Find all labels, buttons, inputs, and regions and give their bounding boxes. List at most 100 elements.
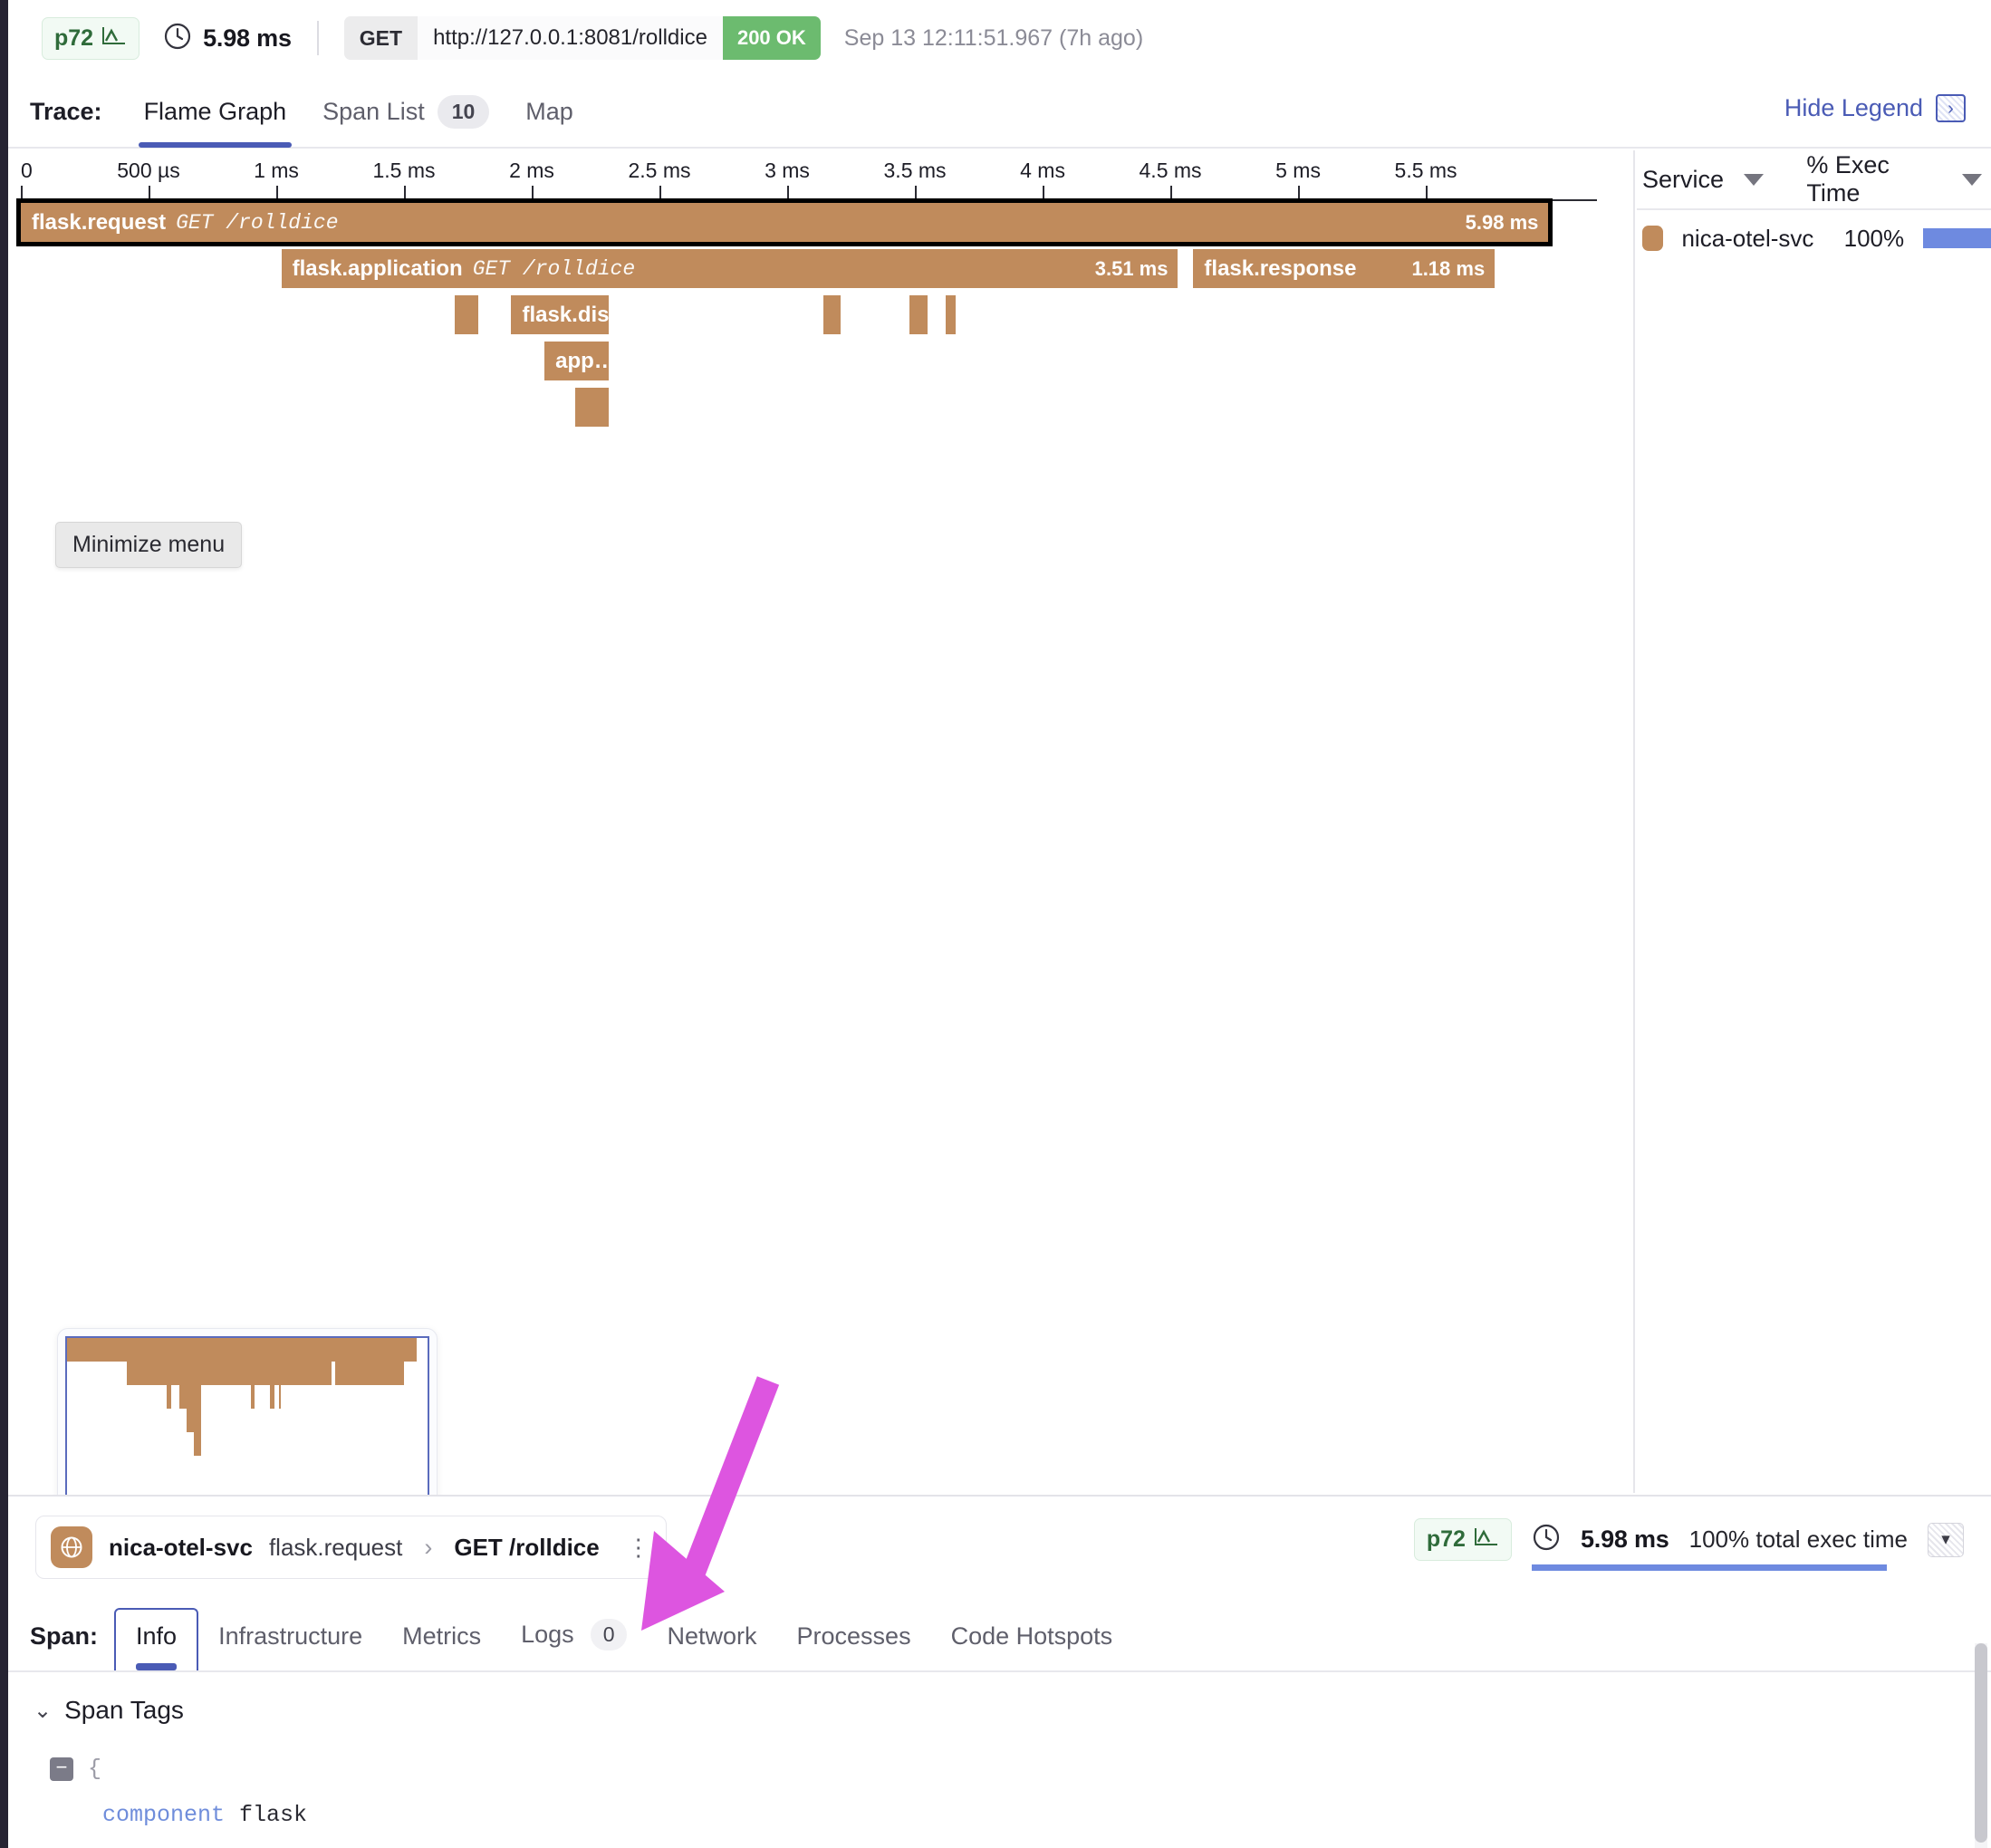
ruler-tick (915, 186, 918, 199)
flame-bar[interactable] (574, 388, 609, 427)
tab-map[interactable]: Map (507, 75, 592, 148)
legend-col-exec-label: % Exec Time (1806, 151, 1890, 207)
collapse-node-icon[interactable]: − (50, 1757, 73, 1781)
ruler-tick (21, 186, 23, 199)
minimap-bar (166, 1385, 172, 1409)
ruler-tick (1298, 186, 1301, 199)
trace-header: p72 5.98 ms GET http://127.0.0.1:8081/ro… (8, 0, 1991, 76)
minimap-bar (67, 1338, 417, 1362)
ruler-tick-label: 3.5 ms (883, 159, 947, 182)
percentile-badge[interactable]: p72 (42, 16, 140, 60)
span-tags-section-toggle[interactable]: ⌄ Span Tags (8, 1672, 1991, 1725)
breadcrumb-resource: GET /rolldice (454, 1533, 600, 1561)
flame-bar-name: flask.response (1204, 255, 1357, 281)
legend-col-exec[interactable]: % Exec Time (1806, 151, 1982, 207)
minimap-canvas[interactable] (65, 1336, 429, 1517)
clock-icon (1532, 1523, 1561, 1556)
breadcrumb-service: nica-otel-svc (109, 1533, 253, 1561)
flame-bar[interactable]: flask.request GET /rolldice 5.98 ms (15, 198, 1553, 246)
ruler-tick (276, 186, 278, 199)
sparkline-icon (1474, 1526, 1499, 1554)
span-tab-logs[interactable]: Logs 0 (501, 1619, 647, 1670)
hide-legend-button[interactable]: Hide Legend › (1784, 94, 1966, 122)
span-tab-info[interactable]: Info (114, 1608, 199, 1670)
minimap-bar (193, 1432, 202, 1456)
span-tab-code-hotspots-label: Code Hotspots (950, 1622, 1113, 1650)
flame-bar-name: flask.dis… (522, 302, 609, 327)
minimap-bar (187, 1409, 202, 1432)
ruler-tick-label: 3 ms (765, 159, 810, 182)
ruler-tick (1043, 186, 1045, 199)
tab-span-list[interactable]: Span List 10 (304, 75, 507, 148)
flame-bar[interactable]: flask.application GET /rolldice 3.51 ms (281, 249, 1178, 288)
span-duration: 5.98 ms (1580, 1526, 1669, 1553)
ruler-axis (21, 199, 1597, 201)
chevron-down-icon (1962, 173, 1982, 186)
time-ruler: 0 500 µs 1 ms 1.5 ms 2 ms 2.5 ms 3 ms 3.5 ms 4 m… (21, 150, 1597, 201)
legend-service-name: nica-otel-svc (1681, 224, 1814, 252)
ruler-tick-label: 500 µs (117, 159, 180, 182)
detail-scrollbar-thumb[interactable] (1975, 1643, 1987, 1843)
request-chip[interactable]: GET http://127.0.0.1:8081/rolldice 200 O… (343, 16, 821, 60)
span-tabbar: Span: Info Infrastructure Metrics Logs 0… (8, 1598, 1991, 1672)
panel-collapse-right-icon: › (1936, 94, 1966, 122)
span-tab-code-hotspots[interactable]: Code Hotspots (931, 1622, 1133, 1670)
span-percentile-badge[interactable]: p72 (1413, 1518, 1512, 1561)
flame-bar[interactable]: flask.dis… (511, 295, 609, 334)
sparkline-icon (101, 24, 127, 53)
span-exec-summary: 5.98 ms 100% total exec time (1531, 1523, 1908, 1571)
span-tab-network[interactable]: Network (647, 1622, 776, 1670)
span-tab-infrastructure[interactable]: Infrastructure (198, 1622, 382, 1670)
ruler-tick-label: 1 ms (254, 159, 299, 182)
flame-bar[interactable] (945, 295, 957, 334)
span-detail-panel: nica-otel-svc flask.request › GET /rolld… (8, 1495, 1991, 1848)
flame-bar[interactable] (822, 295, 842, 334)
span-tags-json: − { component flask (8, 1725, 1991, 1828)
ruler-tick (532, 186, 534, 199)
span-breadcrumb[interactable]: nica-otel-svc flask.request › GET /rolld… (35, 1516, 667, 1579)
ruler-tick-label: 5.5 ms (1394, 159, 1457, 182)
legend-col-service[interactable]: Service (1642, 166, 1806, 194)
span-label: Span: (30, 1622, 99, 1650)
more-vertical-icon[interactable]: ⋮ (627, 1534, 651, 1562)
flame-bar-name: flask.application (292, 255, 463, 281)
flame-bar-duration: 5.98 ms (1465, 210, 1539, 234)
json-value: flask (239, 1802, 308, 1828)
minimap-bar (126, 1362, 332, 1385)
flame-bar-duration: 3.51 ms (1094, 256, 1169, 280)
tab-span-list-count: 10 (437, 94, 490, 129)
percentile-label: p72 (54, 24, 94, 51)
globe-icon (51, 1526, 92, 1568)
flame-graph-pane[interactable]: 0 500 µs 1 ms 1.5 ms 2 ms 2.5 ms 3 ms 3.5 ms 4 m… (8, 150, 1635, 1573)
ruler-tick-label: 2 ms (509, 159, 554, 182)
flame-bars[interactable]: flask.request GET /rolldice 5.98 ms flask.a… (15, 198, 1597, 438)
legend-exec-bar (1922, 228, 1991, 248)
flame-bar[interactable] (909, 295, 928, 334)
tab-flame-graph-label: Flame Graph (143, 97, 287, 125)
chevron-down-icon (1744, 173, 1765, 186)
flame-bar-name: app…. (555, 348, 609, 373)
ruler-tick-label: 0 (21, 159, 33, 182)
ruler-tick-label: 4.5 ms (1139, 159, 1202, 182)
flame-bar[interactable]: app…. (544, 342, 609, 380)
flame-bar-operation: GET /rolldice (472, 256, 636, 281)
legend-col-service-label: Service (1642, 165, 1725, 193)
tab-flame-graph[interactable]: Flame Graph (126, 75, 305, 148)
ruler-tick (1426, 186, 1428, 199)
hide-legend-label: Hide Legend (1784, 94, 1923, 121)
tab-map-label: Map (525, 97, 573, 125)
legend-exec-pct: 100% (1843, 224, 1905, 252)
ruler-tick-label: 2.5 ms (628, 159, 691, 182)
span-tab-metrics[interactable]: Metrics (382, 1622, 501, 1670)
clock-icon (163, 22, 192, 55)
left-nav-rail (0, 0, 8, 1848)
chevron-down-box-icon[interactable]: ▾ (1928, 1522, 1964, 1557)
flame-bar[interactable] (455, 295, 478, 334)
flame-bar[interactable]: flask.response 1.18 ms (1193, 249, 1496, 288)
minimap-bar (178, 1385, 202, 1409)
header-divider (316, 21, 319, 55)
trace-tabbar: Trace: Flame Graph Span List 10 Map Hide… (8, 76, 1991, 149)
span-tab-processes[interactable]: Processes (777, 1622, 931, 1670)
span-tab-infrastructure-label: Infrastructure (218, 1622, 363, 1650)
legend-row[interactable]: nica-otel-svc 100% (1637, 210, 1991, 266)
